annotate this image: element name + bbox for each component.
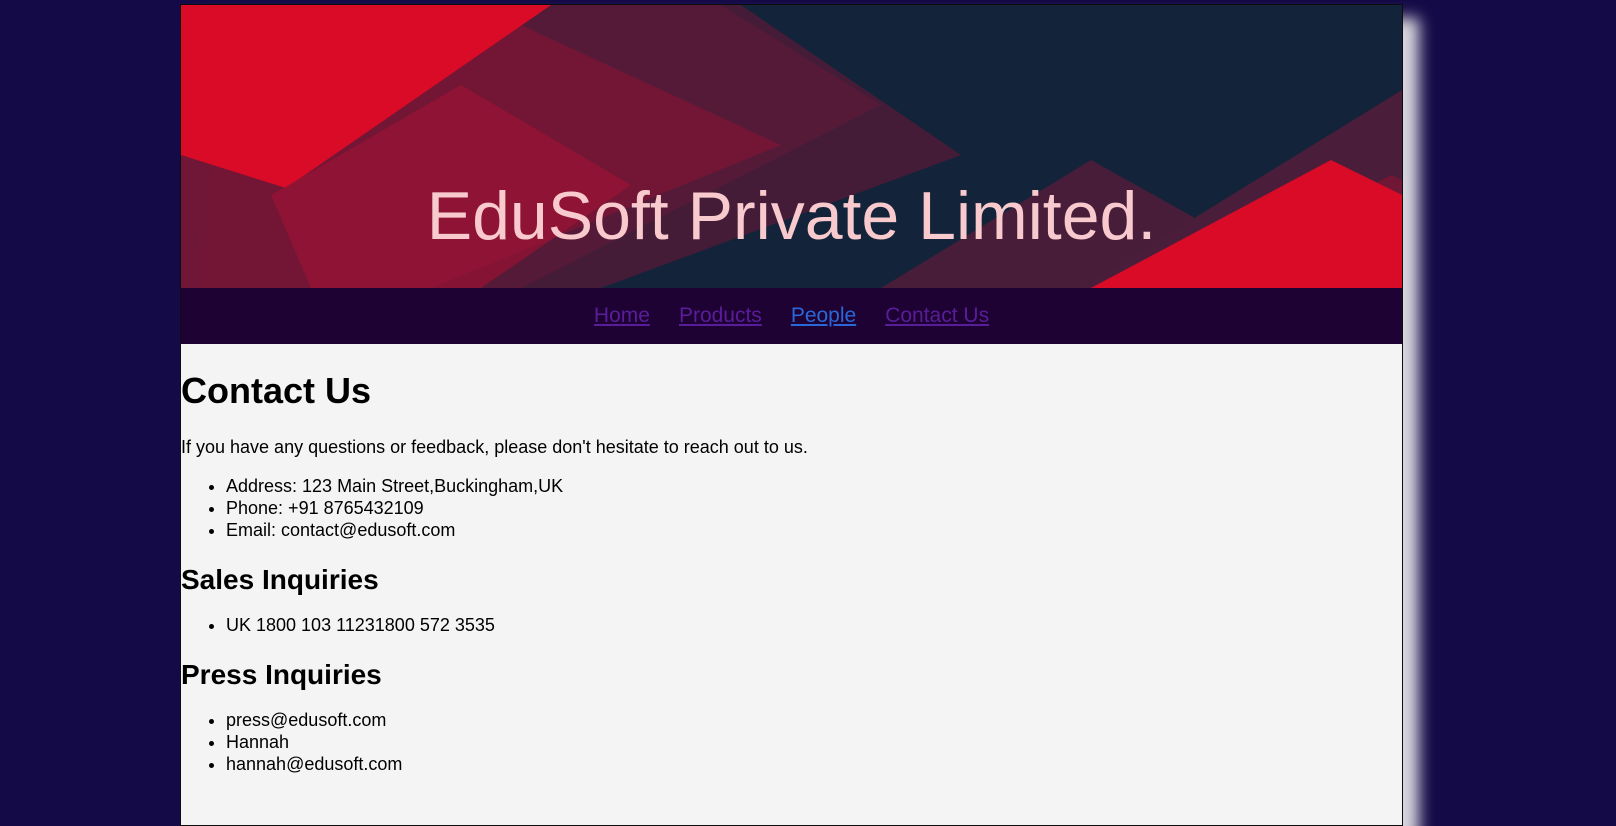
main-nav: Home Products People Contact Us (181, 288, 1402, 344)
press-email: press@edusoft.com (226, 709, 1402, 731)
page-container: EduSoft Private Limited. Home Products P… (180, 4, 1403, 826)
press-contact-name: Hannah (226, 731, 1402, 753)
nav-link-products[interactable]: Products (679, 304, 762, 328)
main-content: Contact Us If you have any questions or … (181, 370, 1402, 775)
site-title: EduSoft Private Limited. (426, 178, 1157, 254)
header-banner: EduSoft Private Limited. (181, 5, 1402, 288)
contact-list: Address: 123 Main Street,Buckingham,UK P… (181, 475, 1402, 541)
nav-link-home[interactable]: Home (594, 304, 650, 328)
press-contact-email: hannah@edusoft.com (226, 753, 1402, 775)
sales-phone: UK 1800 103 11231800 572 3535 (226, 614, 1402, 636)
press-list: press@edusoft.com Hannah hannah@edusoft.… (181, 709, 1402, 775)
contact-email: Email: contact@edusoft.com (226, 519, 1402, 541)
intro-text: If you have any questions or feedback, p… (181, 437, 808, 457)
contact-phone: Phone: +91 8765432109 (226, 497, 1402, 519)
press-heading: Press Inquiries (181, 659, 382, 690)
page-title: Contact Us (181, 370, 372, 411)
sales-heading: Sales Inquiries (181, 564, 379, 595)
nav-link-people[interactable]: People (791, 304, 856, 328)
nav-link-contact-us[interactable]: Contact Us (885, 304, 989, 328)
contact-address: Address: 123 Main Street,Buckingham,UK (226, 475, 1402, 497)
sales-list: UK 1800 103 11231800 572 3535 (181, 614, 1402, 636)
